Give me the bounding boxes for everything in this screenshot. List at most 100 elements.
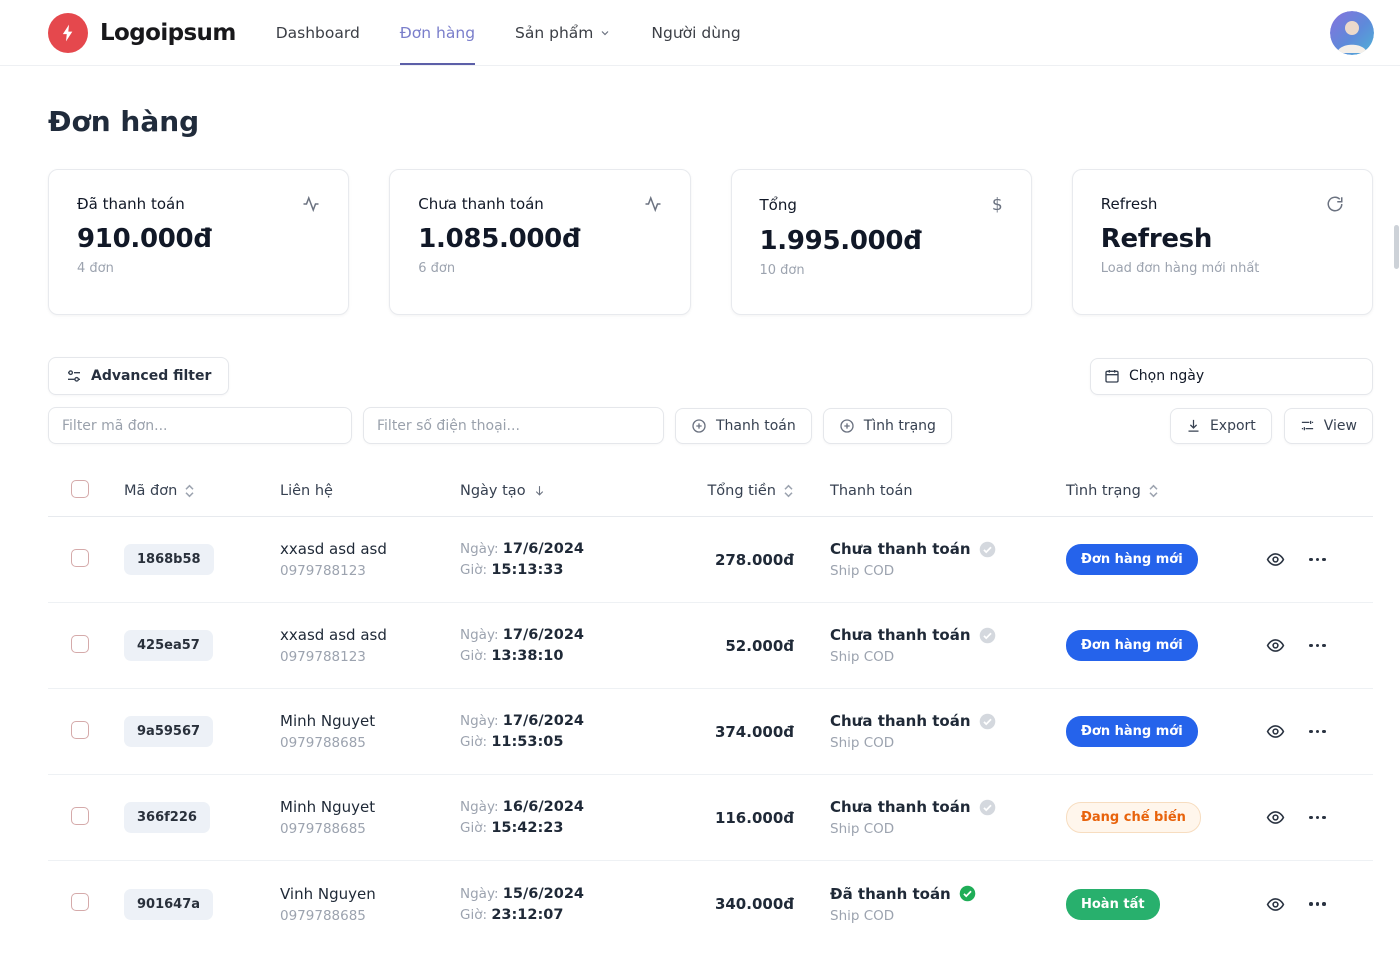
check-circle-icon (979, 541, 996, 558)
table-row: 425ea57 xxasd asd asd 0979788123 Ngày: 1… (48, 603, 1373, 689)
export-label: Export (1210, 418, 1256, 434)
col-header-order-code: Mã đơn (124, 483, 177, 499)
user-avatar[interactable] (1330, 11, 1374, 55)
payment-filter-label: Thanh toán (716, 418, 796, 434)
orders-page: Đơn hàng Đã thanh toán 910.000đ 4 đơn Ch… (0, 105, 1400, 947)
circle-plus-icon (839, 418, 855, 434)
refresh-icon[interactable] (1326, 195, 1344, 213)
nav-item-dashboard[interactable]: Dashboard (276, 0, 360, 65)
view-order-icon[interactable] (1266, 895, 1285, 914)
payment-filter-button[interactable]: Thanh toán (675, 408, 812, 444)
payment-status-text: Chưa thanh toán (830, 540, 971, 558)
payment-status-text: Đã thanh toán (830, 885, 951, 903)
status-badge: Đơn hàng mới (1066, 716, 1198, 747)
time-value: 15:13:33 (491, 562, 563, 578)
date-label: Ngày: (460, 541, 499, 557)
view-order-icon[interactable] (1266, 550, 1285, 569)
card-refresh[interactable]: Refresh Refresh Load đơn hàng mới nhất (1072, 169, 1373, 315)
export-button[interactable]: Export (1170, 408, 1272, 444)
view-order-icon[interactable] (1266, 808, 1285, 827)
card-total: Tổng $ 1.995.000đ 10 đơn (731, 169, 1032, 315)
phone-filter-input[interactable] (363, 407, 664, 444)
date-label: Ngày: (460, 713, 499, 729)
date-value: 17/6/2024 (503, 541, 584, 557)
sort-both-icon[interactable] (184, 484, 195, 498)
time-value: 13:38:10 (491, 648, 563, 664)
nav-item-users[interactable]: Người dùng (651, 0, 740, 65)
more-actions-icon[interactable] (1309, 902, 1326, 906)
row-checkbox[interactable] (71, 721, 89, 739)
card-refresh-sub: Load đơn hàng mới nhất (1101, 261, 1344, 276)
more-actions-icon[interactable] (1309, 816, 1326, 820)
ship-method: Ship COD (830, 563, 1042, 579)
status-badge: Đang chế biến (1066, 802, 1201, 833)
advanced-filter-button[interactable]: Advanced filter (48, 357, 229, 395)
advanced-filter-label: Advanced filter (91, 368, 211, 384)
payment-status-text: Chưa thanh toán (830, 626, 971, 644)
check-circle-icon (979, 799, 996, 816)
card-unpaid-sub: 6 đơn (418, 261, 661, 276)
order-amount: 340.000đ (662, 895, 802, 913)
order-id-badge: 425ea57 (124, 630, 213, 661)
status-badge: Hoàn tất (1066, 889, 1160, 920)
status-filter-button[interactable]: Tình trạng (823, 408, 952, 444)
ship-method: Ship COD (830, 649, 1042, 665)
order-code-filter-input[interactable] (48, 407, 352, 444)
time-label: Giờ: (460, 562, 487, 578)
more-actions-icon[interactable] (1309, 558, 1326, 562)
more-actions-icon[interactable] (1309, 730, 1326, 734)
contact-phone: 0979788685 (280, 908, 452, 924)
view-button[interactable]: View (1284, 408, 1373, 444)
col-header-contact: Liên hệ (280, 483, 333, 499)
view-label: View (1324, 418, 1357, 434)
order-id-badge: 366f226 (124, 802, 210, 833)
time-label: Giờ: (460, 648, 487, 664)
card-paid-sub: 4 đơn (77, 261, 320, 276)
row-checkbox[interactable] (71, 635, 89, 653)
dollar-icon: $ (992, 195, 1003, 215)
table-row: 1868b58 xxasd asd asd 0979788123 Ngày: 1… (48, 517, 1373, 603)
date-value: 15/6/2024 (503, 886, 584, 902)
filter-settings-icon (66, 368, 82, 384)
page-title: Đơn hàng (48, 105, 1373, 138)
filter-bar-bottom: Thanh toán Tình trạng Export View (48, 407, 1373, 444)
status-badge: Đơn hàng mới (1066, 630, 1198, 661)
payment-status-text: Chưa thanh toán (830, 798, 971, 816)
date-picker-button[interactable]: Chọn ngày (1090, 358, 1373, 395)
order-id-badge: 9a59567 (124, 716, 213, 747)
contact-phone: 0979788685 (280, 821, 452, 837)
contact-phone: 0979788123 (280, 649, 452, 665)
sort-both-icon[interactable] (1148, 484, 1159, 498)
orders-table: Mã đơn Liên hệ Ngày tạo Tổng tiền Thanh … (48, 465, 1373, 947)
date-value: 16/6/2024 (503, 799, 584, 815)
order-amount: 374.000đ (662, 723, 802, 741)
row-checkbox[interactable] (71, 807, 89, 825)
row-checkbox[interactable] (71, 549, 89, 567)
date-label: Ngày: (460, 886, 499, 902)
contact-name: xxasd asd asd (280, 540, 452, 558)
nav-item-products[interactable]: Sản phẩm (515, 0, 611, 65)
ship-method: Ship COD (830, 908, 1042, 924)
nav-item-orders[interactable]: Đơn hàng (400, 0, 475, 65)
activity-icon (302, 195, 320, 213)
more-actions-icon[interactable] (1309, 644, 1326, 648)
scrollbar-thumb[interactable] (1394, 225, 1399, 269)
circle-plus-icon (691, 418, 707, 434)
order-amount: 52.000đ (662, 637, 802, 655)
time-value: 15:42:23 (491, 820, 563, 836)
time-label: Giờ: (460, 820, 487, 836)
card-paid-label: Đã thanh toán (77, 195, 185, 213)
view-order-icon[interactable] (1266, 636, 1285, 655)
select-all-checkbox[interactable] (71, 480, 89, 498)
view-order-icon[interactable] (1266, 722, 1285, 741)
table-actions-group: Export View (1170, 408, 1373, 444)
sort-both-icon[interactable] (783, 484, 794, 498)
card-paid-value: 910.000đ (77, 224, 320, 254)
date-value: 17/6/2024 (503, 713, 584, 729)
payment-status-text: Chưa thanh toán (830, 712, 971, 730)
contact-name: xxasd asd asd (280, 626, 452, 644)
sort-desc-icon[interactable] (533, 484, 546, 497)
date-value: 17/6/2024 (503, 627, 584, 643)
brand-logo[interactable]: Logoipsum (48, 0, 236, 65)
row-checkbox[interactable] (71, 893, 89, 911)
